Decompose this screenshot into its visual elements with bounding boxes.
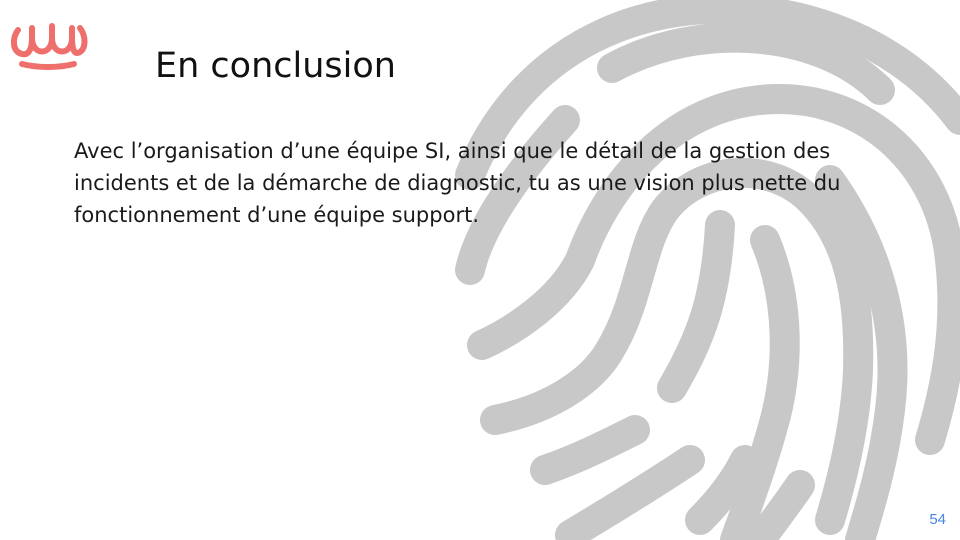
fingerprint-ridge-bottom-left <box>555 445 705 540</box>
fingerprint-icon <box>455 0 960 540</box>
fingerprint-ridge-inner-core <box>657 210 735 403</box>
slide: En conclusion Avec l’organisation d’une … <box>0 0 960 540</box>
fingerprint-ridge-left-4 <box>530 415 650 485</box>
slide-title: En conclusion <box>155 46 396 86</box>
page-number: 54 <box>929 511 946 528</box>
slide-body-text: Avec l’organisation d’une équipe SI, ain… <box>74 139 841 227</box>
brand-logo-icon <box>10 23 88 70</box>
fingerprint-ridge-upper <box>597 22 895 105</box>
